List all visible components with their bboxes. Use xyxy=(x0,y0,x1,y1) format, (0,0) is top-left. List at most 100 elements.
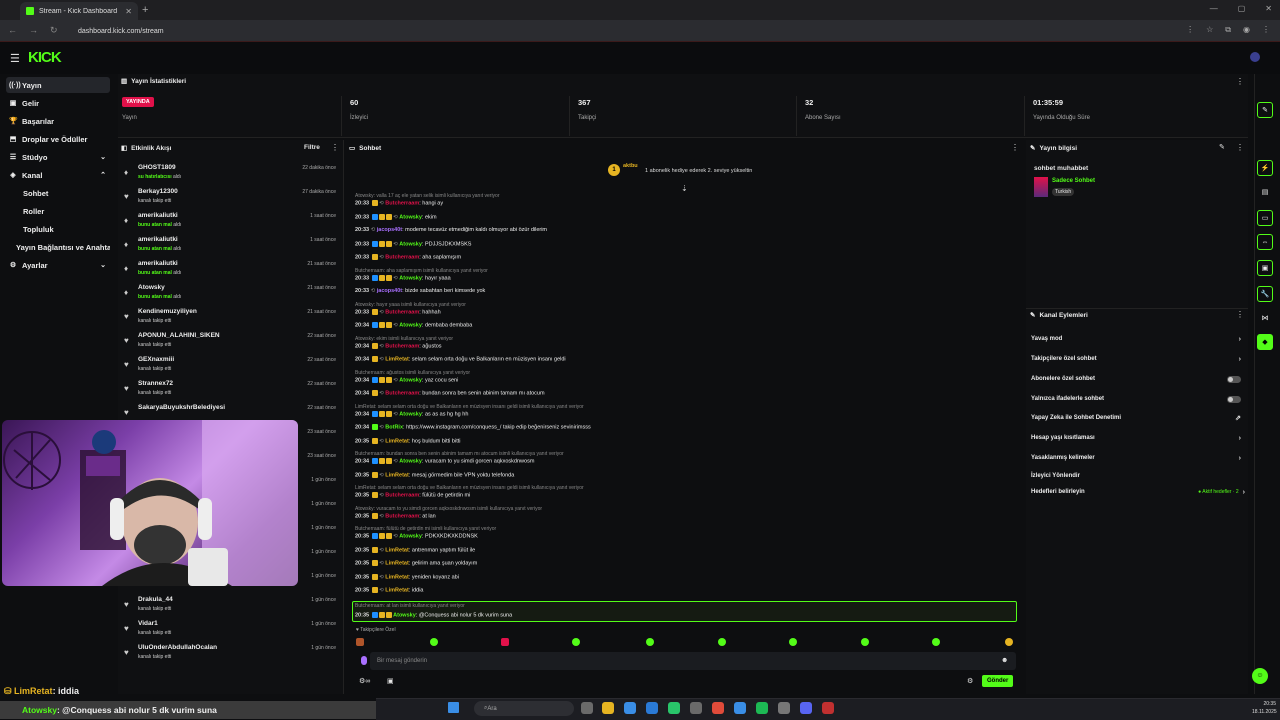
activity-user[interactable]: amerikaliutki xyxy=(138,212,178,219)
send-button[interactable]: Gönder xyxy=(982,675,1014,687)
edge-icon[interactable] xyxy=(646,702,658,714)
msg-user[interactable]: Atowsky xyxy=(399,322,422,328)
activity-user[interactable]: Berkay12300 xyxy=(138,188,178,195)
close-tab-icon[interactable]: ✕ xyxy=(125,7,132,16)
msg-user[interactable]: Butcherraam xyxy=(385,492,419,498)
forward-icon[interactable]: → xyxy=(29,25,38,36)
discord-icon[interactable] xyxy=(800,702,812,714)
minimize-button[interactable]: — xyxy=(1210,4,1218,13)
reply-icon[interactable]: ⟲ xyxy=(393,533,398,539)
browser-menu-icon[interactable]: ⋮ xyxy=(1262,25,1270,35)
gift-box-icon[interactable]: ▣ xyxy=(387,677,394,685)
file-explorer-icon[interactable] xyxy=(602,702,614,714)
activity-user[interactable]: Kendinemuzyiliyen xyxy=(138,308,197,315)
chat-settings-icon[interactable]: ⚙ xyxy=(967,677,973,685)
activity-row[interactable]: ♥ GEXnaxmiii kanalı takip etti 22 saat önce xyxy=(124,356,340,380)
activity-row[interactable]: ♦ amerikaliutki bunu atan mal aldı 21 saat … xyxy=(124,260,340,284)
stats-menu-icon[interactable]: ⋮ xyxy=(1236,77,1244,86)
msg-user[interactable]: Atowsky xyxy=(399,458,422,464)
msg-user[interactable]: Butcherraam xyxy=(385,309,419,315)
reply-icon[interactable]: ⟲ xyxy=(379,343,384,349)
filter-button[interactable]: Filtre xyxy=(304,144,320,151)
sidebar-item-ayarlar[interactable]: ⚙ Ayarlar ⌄ xyxy=(6,257,110,273)
msg-user[interactable]: jacops40t xyxy=(377,288,402,294)
reply-icon[interactable]: ⟲ xyxy=(393,275,398,281)
channel-action-item[interactable]: Yalnızca ifadelerle sohbet xyxy=(1031,392,1245,406)
channel-action-item[interactable]: Hesap yaşı kısıtlaması › xyxy=(1031,431,1245,445)
kick-logo[interactable]: KICK xyxy=(28,49,62,66)
reply-icon[interactable]: ⟲ xyxy=(379,513,384,519)
activity-row[interactable]: ♦ amerikaliutki bunu atan mal aldı 1 saat ö… xyxy=(124,212,340,236)
reply-icon[interactable]: ⟲ xyxy=(371,288,376,294)
activity-menu-icon[interactable]: ⋮ xyxy=(331,143,339,152)
activity-row[interactable]: ♥ Kendinemuzyiliyen kanalı takip etti 21 sa… xyxy=(124,308,340,332)
chat-tools-icon[interactable]: ⚙∞ xyxy=(359,677,370,685)
activity-row[interactable]: ♥ UluOnderAbdullahOcalan kanalı takip etti… xyxy=(124,644,340,668)
sidebar-item-yayin[interactable]: ((·)) Yayın xyxy=(6,77,110,93)
reply-icon[interactable]: ⟲ xyxy=(379,254,384,260)
rail-flash-icon[interactable]: ⚡ xyxy=(1257,160,1273,176)
toggle-switch[interactable] xyxy=(1227,375,1241,383)
scroll-down-icon[interactable]: ⇣ xyxy=(681,184,688,193)
menu-hamburger-icon[interactable]: ☰ xyxy=(10,52,20,65)
activity-user[interactable]: Vidar1 xyxy=(138,620,158,627)
store-icon[interactable] xyxy=(624,702,636,714)
reply-icon[interactable]: ⟲ xyxy=(379,472,384,478)
activity-row[interactable]: ♦ Atowsky bunu atan mal aldı 21 saat önce xyxy=(124,284,340,308)
user-avatar[interactable] xyxy=(1250,52,1260,62)
app-icon[interactable] xyxy=(734,702,746,714)
sidebar-item-sohbet[interactable]: Sohbet xyxy=(6,185,110,201)
url-field[interactable]: dashboard.kick.com/stream xyxy=(70,24,1160,38)
rail-wrench-icon[interactable]: 🔧 xyxy=(1257,286,1273,302)
emote-icons[interactable] xyxy=(354,636,1016,648)
rail-share-icon[interactable]: ⋈ xyxy=(1257,310,1273,326)
sidebar-item-stream-key[interactable]: Yayın Bağlantısı ve Anahtarı xyxy=(6,239,110,255)
activity-user[interactable]: Drakula_44 xyxy=(138,596,173,603)
app-icon[interactable] xyxy=(778,702,790,714)
msg-user[interactable]: Butcherraam xyxy=(385,513,419,519)
extensions-icon[interactable]: ⧉ xyxy=(1225,25,1231,35)
msg-user[interactable]: Atowsky xyxy=(399,533,422,539)
taskbar-search[interactable]: ⌕ Ara xyxy=(474,701,574,716)
activity-row[interactable]: ♥ Vidar1 kanalı takip etti 1 gün önce xyxy=(124,620,340,644)
reply-icon[interactable]: ⟲ xyxy=(379,547,384,553)
msg-user[interactable]: Butcherraam xyxy=(385,390,419,396)
task-view-icon[interactable] xyxy=(581,702,593,714)
reply-icon[interactable]: ⟲ xyxy=(379,438,384,444)
channel-action-item[interactable]: İzleyici Yönlendir xyxy=(1031,469,1245,483)
activity-row[interactable]: ♥ Drakula_44 kanalı takip etti 1 gün önce xyxy=(124,596,340,620)
msg-user[interactable]: BotRix xyxy=(385,424,403,430)
msg-user[interactable]: LimRetat xyxy=(385,547,409,553)
mic-icon[interactable] xyxy=(361,656,367,665)
reply-icon[interactable]: ⟲ xyxy=(393,458,398,464)
windows-start-icon[interactable] xyxy=(448,702,459,713)
sidebar-item-droplar[interactable]: ⬒ Droplar ve Ödüller xyxy=(6,131,110,147)
msg-user[interactable]: Atowsky xyxy=(399,241,422,247)
channel-action-item[interactable]: Takipçilere özel sohbet › xyxy=(1031,352,1245,366)
msg-user[interactable]: Atowsky xyxy=(393,612,416,618)
channel-action-item[interactable]: Yavaş mod › xyxy=(1031,332,1245,346)
chrome-icon[interactable] xyxy=(712,702,724,714)
rail-app-icon[interactable]: ◆ xyxy=(1257,334,1273,350)
msg-user[interactable]: Atowsky xyxy=(399,411,422,417)
reply-icon[interactable]: ⟲ xyxy=(393,411,398,417)
msg-user[interactable]: Atowsky xyxy=(399,377,422,383)
msg-user[interactable]: LimRetat xyxy=(385,472,409,478)
sidebar-item-roller[interactable]: Roller xyxy=(6,203,110,219)
msg-user[interactable]: LimRetat xyxy=(385,438,409,444)
reload-icon[interactable]: ↻ xyxy=(50,25,58,36)
msg-user[interactable]: Butcherraam xyxy=(385,343,419,349)
reply-icon[interactable]: ⟲ xyxy=(393,241,398,247)
rail-chat-icon[interactable]: ▭ xyxy=(1257,210,1273,226)
msg-user[interactable]: Butcherraam xyxy=(385,200,419,206)
reply-icon[interactable]: ⟲ xyxy=(379,492,384,498)
reply-icon[interactable]: ⟲ xyxy=(379,574,384,580)
chat-menu-icon[interactable]: ⋮ xyxy=(1011,143,1019,152)
bookmark-star-icon[interactable]: ☆ xyxy=(1206,25,1213,35)
activity-user[interactable]: Strannex72 xyxy=(138,380,173,387)
activity-user[interactable]: APONUN_ALAHINI_SIKEN xyxy=(138,332,220,339)
activity-user[interactable]: amerikaliutki xyxy=(138,260,178,267)
activity-row[interactable]: ♦ GHOST1809 su hatırlatıcısı aldı 22 dakika… xyxy=(124,164,340,188)
msg-user[interactable]: LimRetat xyxy=(385,560,409,566)
category-name[interactable]: Sadece Sohbet xyxy=(1052,178,1095,184)
